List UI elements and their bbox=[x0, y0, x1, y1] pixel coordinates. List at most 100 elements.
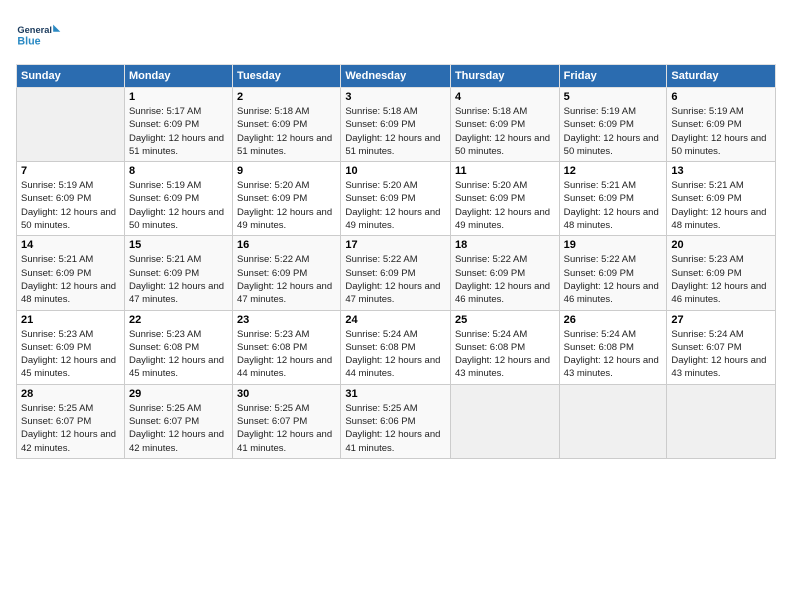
day-number: 9 bbox=[237, 165, 336, 177]
day-cell: 9 Sunrise: 5:20 AMSunset: 6:09 PMDaylight… bbox=[233, 162, 341, 236]
day-info: Sunrise: 5:23 AMSunset: 6:08 PMDaylight:… bbox=[129, 328, 228, 381]
day-info: Sunrise: 5:21 AMSunset: 6:09 PMDaylight:… bbox=[671, 179, 771, 232]
header-cell-thursday: Thursday bbox=[450, 65, 559, 88]
week-row-5: 28 Sunrise: 5:25 AMSunset: 6:07 PMDayligh… bbox=[17, 384, 776, 458]
week-row-4: 21 Sunrise: 5:23 AMSunset: 6:09 PMDayligh… bbox=[17, 310, 776, 384]
day-cell: 26 Sunrise: 5:24 AMSunset: 6:08 PMDayligh… bbox=[559, 310, 667, 384]
day-number: 27 bbox=[671, 314, 771, 326]
header-cell-monday: Monday bbox=[124, 65, 232, 88]
svg-text:General: General bbox=[17, 25, 52, 35]
day-cell bbox=[450, 384, 559, 458]
day-number: 28 bbox=[21, 388, 120, 400]
day-info: Sunrise: 5:20 AMSunset: 6:09 PMDaylight:… bbox=[237, 179, 336, 232]
day-info: Sunrise: 5:22 AMSunset: 6:09 PMDaylight:… bbox=[237, 253, 336, 306]
day-cell: 11Sunrise: 5:20 AMSunset: 6:09 PMDayligh… bbox=[450, 162, 559, 236]
day-info: Sunrise: 5:19 AMSunset: 6:09 PMDaylight:… bbox=[21, 179, 120, 232]
day-cell bbox=[667, 384, 776, 458]
day-cell: 29Sunrise: 5:25 AMSunset: 6:07 PMDayligh… bbox=[124, 384, 232, 458]
day-info: Sunrise: 5:20 AMSunset: 6:09 PMDaylight:… bbox=[345, 179, 446, 232]
day-info: Sunrise: 5:24 AMSunset: 6:07 PMDaylight:… bbox=[671, 328, 771, 381]
week-row-3: 14 Sunrise: 5:21 AMSunset: 6:09 PMDayligh… bbox=[17, 236, 776, 310]
day-cell: 13 Sunrise: 5:21 AMSunset: 6:09 PMDayligh… bbox=[667, 162, 776, 236]
day-cell: 12 Sunrise: 5:21 AMSunset: 6:09 PMDayligh… bbox=[559, 162, 667, 236]
day-number: 6 bbox=[671, 91, 771, 103]
header-cell-tuesday: Tuesday bbox=[233, 65, 341, 88]
day-info: Sunrise: 5:24 AMSunset: 6:08 PMDaylight:… bbox=[564, 328, 663, 381]
day-number: 2 bbox=[237, 91, 336, 103]
day-info: Sunrise: 5:21 AMSunset: 6:09 PMDaylight:… bbox=[129, 253, 228, 306]
day-cell: 7 Sunrise: 5:19 AMSunset: 6:09 PMDaylight… bbox=[17, 162, 125, 236]
day-number: 30 bbox=[237, 388, 336, 400]
day-cell: 23Sunrise: 5:23 AMSunset: 6:08 PMDayligh… bbox=[233, 310, 341, 384]
day-number: 15 bbox=[129, 239, 228, 251]
day-number: 3 bbox=[345, 91, 446, 103]
logo-svg: General Blue bbox=[16, 16, 66, 56]
day-cell: 15 Sunrise: 5:21 AMSunset: 6:09 PMDayligh… bbox=[124, 236, 232, 310]
day-info: Sunrise: 5:18 AMSunset: 6:09 PMDaylight:… bbox=[345, 105, 446, 158]
day-number: 10 bbox=[345, 165, 446, 177]
day-info: Sunrise: 5:23 AMSunset: 6:09 PMDaylight:… bbox=[671, 253, 771, 306]
week-row-2: 7 Sunrise: 5:19 AMSunset: 6:09 PMDaylight… bbox=[17, 162, 776, 236]
day-cell: 18 Sunrise: 5:22 AMSunset: 6:09 PMDayligh… bbox=[450, 236, 559, 310]
logo: General Blue bbox=[16, 16, 66, 56]
day-cell: 21 Sunrise: 5:23 AMSunset: 6:09 PMDayligh… bbox=[17, 310, 125, 384]
day-cell bbox=[559, 384, 667, 458]
page-header: General Blue bbox=[16, 16, 776, 56]
day-number: 16 bbox=[237, 239, 336, 251]
day-number: 12 bbox=[564, 165, 663, 177]
day-info: Sunrise: 5:23 AMSunset: 6:08 PMDaylight:… bbox=[237, 328, 336, 381]
day-cell: 10 Sunrise: 5:20 AMSunset: 6:09 PMDayligh… bbox=[341, 162, 451, 236]
day-info: Sunrise: 5:25 AMSunset: 6:07 PMDaylight:… bbox=[21, 402, 120, 455]
day-info: Sunrise: 5:22 AMSunset: 6:09 PMDaylight:… bbox=[455, 253, 555, 306]
day-number: 5 bbox=[564, 91, 663, 103]
day-info: Sunrise: 5:25 AMSunset: 6:07 PMDaylight:… bbox=[237, 402, 336, 455]
day-cell: 17Sunrise: 5:22 AMSunset: 6:09 PMDayligh… bbox=[341, 236, 451, 310]
day-number: 8 bbox=[129, 165, 228, 177]
day-number: 21 bbox=[21, 314, 120, 326]
day-number: 26 bbox=[564, 314, 663, 326]
day-info: Sunrise: 5:19 AMSunset: 6:09 PMDaylight:… bbox=[671, 105, 771, 158]
day-number: 14 bbox=[21, 239, 120, 251]
svg-text:Blue: Blue bbox=[17, 36, 40, 48]
day-info: Sunrise: 5:21 AMSunset: 6:09 PMDaylight:… bbox=[564, 179, 663, 232]
day-number: 24 bbox=[345, 314, 446, 326]
day-info: Sunrise: 5:19 AMSunset: 6:09 PMDaylight:… bbox=[129, 179, 228, 232]
day-info: Sunrise: 5:25 AMSunset: 6:06 PMDaylight:… bbox=[345, 402, 446, 455]
day-number: 19 bbox=[564, 239, 663, 251]
day-cell: 6 Sunrise: 5:19 AMSunset: 6:09 PMDaylight… bbox=[667, 88, 776, 162]
day-info: Sunrise: 5:20 AMSunset: 6:09 PMDaylight:… bbox=[455, 179, 555, 232]
day-info: Sunrise: 5:21 AMSunset: 6:09 PMDaylight:… bbox=[21, 253, 120, 306]
day-number: 20 bbox=[671, 239, 771, 251]
day-cell: 19 Sunrise: 5:22 AMSunset: 6:09 PMDayligh… bbox=[559, 236, 667, 310]
day-info: Sunrise: 5:25 AMSunset: 6:07 PMDaylight:… bbox=[129, 402, 228, 455]
day-number: 18 bbox=[455, 239, 555, 251]
day-cell: 20 Sunrise: 5:23 AMSunset: 6:09 PMDayligh… bbox=[667, 236, 776, 310]
day-cell: 4Sunrise: 5:18 AMSunset: 6:09 PMDaylight… bbox=[450, 88, 559, 162]
header-cell-friday: Friday bbox=[559, 65, 667, 88]
day-cell: 3 Sunrise: 5:18 AMSunset: 6:09 PMDaylight… bbox=[341, 88, 451, 162]
day-cell: 22 Sunrise: 5:23 AMSunset: 6:08 PMDayligh… bbox=[124, 310, 232, 384]
day-info: Sunrise: 5:18 AMSunset: 6:09 PMDaylight:… bbox=[455, 105, 555, 158]
day-cell: 31Sunrise: 5:25 AMSunset: 6:06 PMDayligh… bbox=[341, 384, 451, 458]
day-cell: 24Sunrise: 5:24 AMSunset: 6:08 PMDayligh… bbox=[341, 310, 451, 384]
day-number: 22 bbox=[129, 314, 228, 326]
day-cell: 30 Sunrise: 5:25 AMSunset: 6:07 PMDayligh… bbox=[233, 384, 341, 458]
day-number: 7 bbox=[21, 165, 120, 177]
calendar-table: SundayMondayTuesdayWednesdayThursdayFrid… bbox=[16, 64, 776, 459]
day-cell: 2 Sunrise: 5:18 AMSunset: 6:09 PMDaylight… bbox=[233, 88, 341, 162]
day-cell bbox=[17, 88, 125, 162]
day-info: Sunrise: 5:18 AMSunset: 6:09 PMDaylight:… bbox=[237, 105, 336, 158]
day-cell: 27 Sunrise: 5:24 AMSunset: 6:07 PMDayligh… bbox=[667, 310, 776, 384]
day-info: Sunrise: 5:22 AMSunset: 6:09 PMDaylight:… bbox=[564, 253, 663, 306]
week-row-1: 1Sunrise: 5:17 AMSunset: 6:09 PMDaylight… bbox=[17, 88, 776, 162]
day-cell: 5 Sunrise: 5:19 AMSunset: 6:09 PMDaylight… bbox=[559, 88, 667, 162]
header-cell-wednesday: Wednesday bbox=[341, 65, 451, 88]
header-cell-saturday: Saturday bbox=[667, 65, 776, 88]
day-number: 1 bbox=[129, 91, 228, 103]
day-info: Sunrise: 5:24 AMSunset: 6:08 PMDaylight:… bbox=[455, 328, 555, 381]
day-cell: 16 Sunrise: 5:22 AMSunset: 6:09 PMDayligh… bbox=[233, 236, 341, 310]
day-number: 13 bbox=[671, 165, 771, 177]
day-info: Sunrise: 5:23 AMSunset: 6:09 PMDaylight:… bbox=[21, 328, 120, 381]
day-cell: 25Sunrise: 5:24 AMSunset: 6:08 PMDayligh… bbox=[450, 310, 559, 384]
day-info: Sunrise: 5:19 AMSunset: 6:09 PMDaylight:… bbox=[564, 105, 663, 158]
